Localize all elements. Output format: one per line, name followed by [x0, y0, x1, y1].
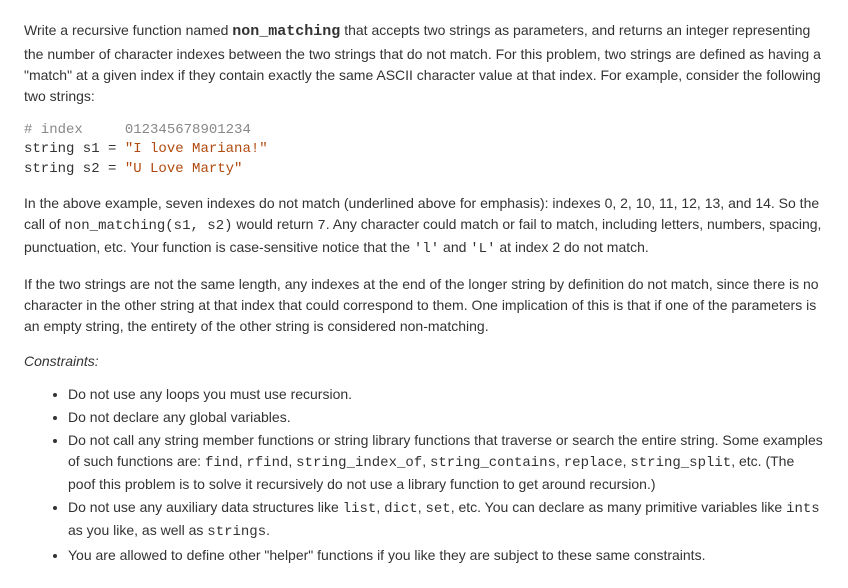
length-paragraph: If the two strings are not the same leng… — [24, 274, 824, 337]
code-line: string s1 = "I love Mariana!" — [24, 141, 268, 157]
text: would return — [233, 216, 318, 232]
code-line: string s2 = "U Love Marty" — [24, 161, 242, 177]
text: Write a recursive function named — [24, 22, 232, 38]
list-item: You are allowed to define other "helper"… — [68, 545, 824, 566]
code-inline: 'l' — [414, 241, 439, 257]
text: and — [439, 239, 470, 255]
explanation-paragraph: In the above example, seven indexes do n… — [24, 193, 824, 260]
function-name: non_matching — [232, 23, 340, 40]
constraints-heading: Constraints: — [24, 351, 824, 372]
code-inline: 7 — [317, 218, 325, 234]
list-item: Do not use any auxiliary data structures… — [68, 497, 824, 543]
intro-paragraph: Write a recursive function named non_mat… — [24, 20, 824, 107]
list-item: Do not call any string member functions … — [68, 430, 824, 495]
text: at index 2 do not match. — [496, 239, 649, 255]
constraints-list: Do not use any loops you must use recurs… — [24, 384, 824, 566]
list-item: Do not use any loops you must use recurs… — [68, 384, 824, 405]
code-example: # index 012345678901234 string s1 = "I l… — [24, 121, 824, 180]
code-inline: non_matching(s1, s2) — [64, 218, 232, 234]
list-item: Do not declare any global variables. — [68, 407, 824, 428]
code-comment: # index 012345678901234 — [24, 122, 251, 138]
code-inline: 'L' — [470, 241, 495, 257]
